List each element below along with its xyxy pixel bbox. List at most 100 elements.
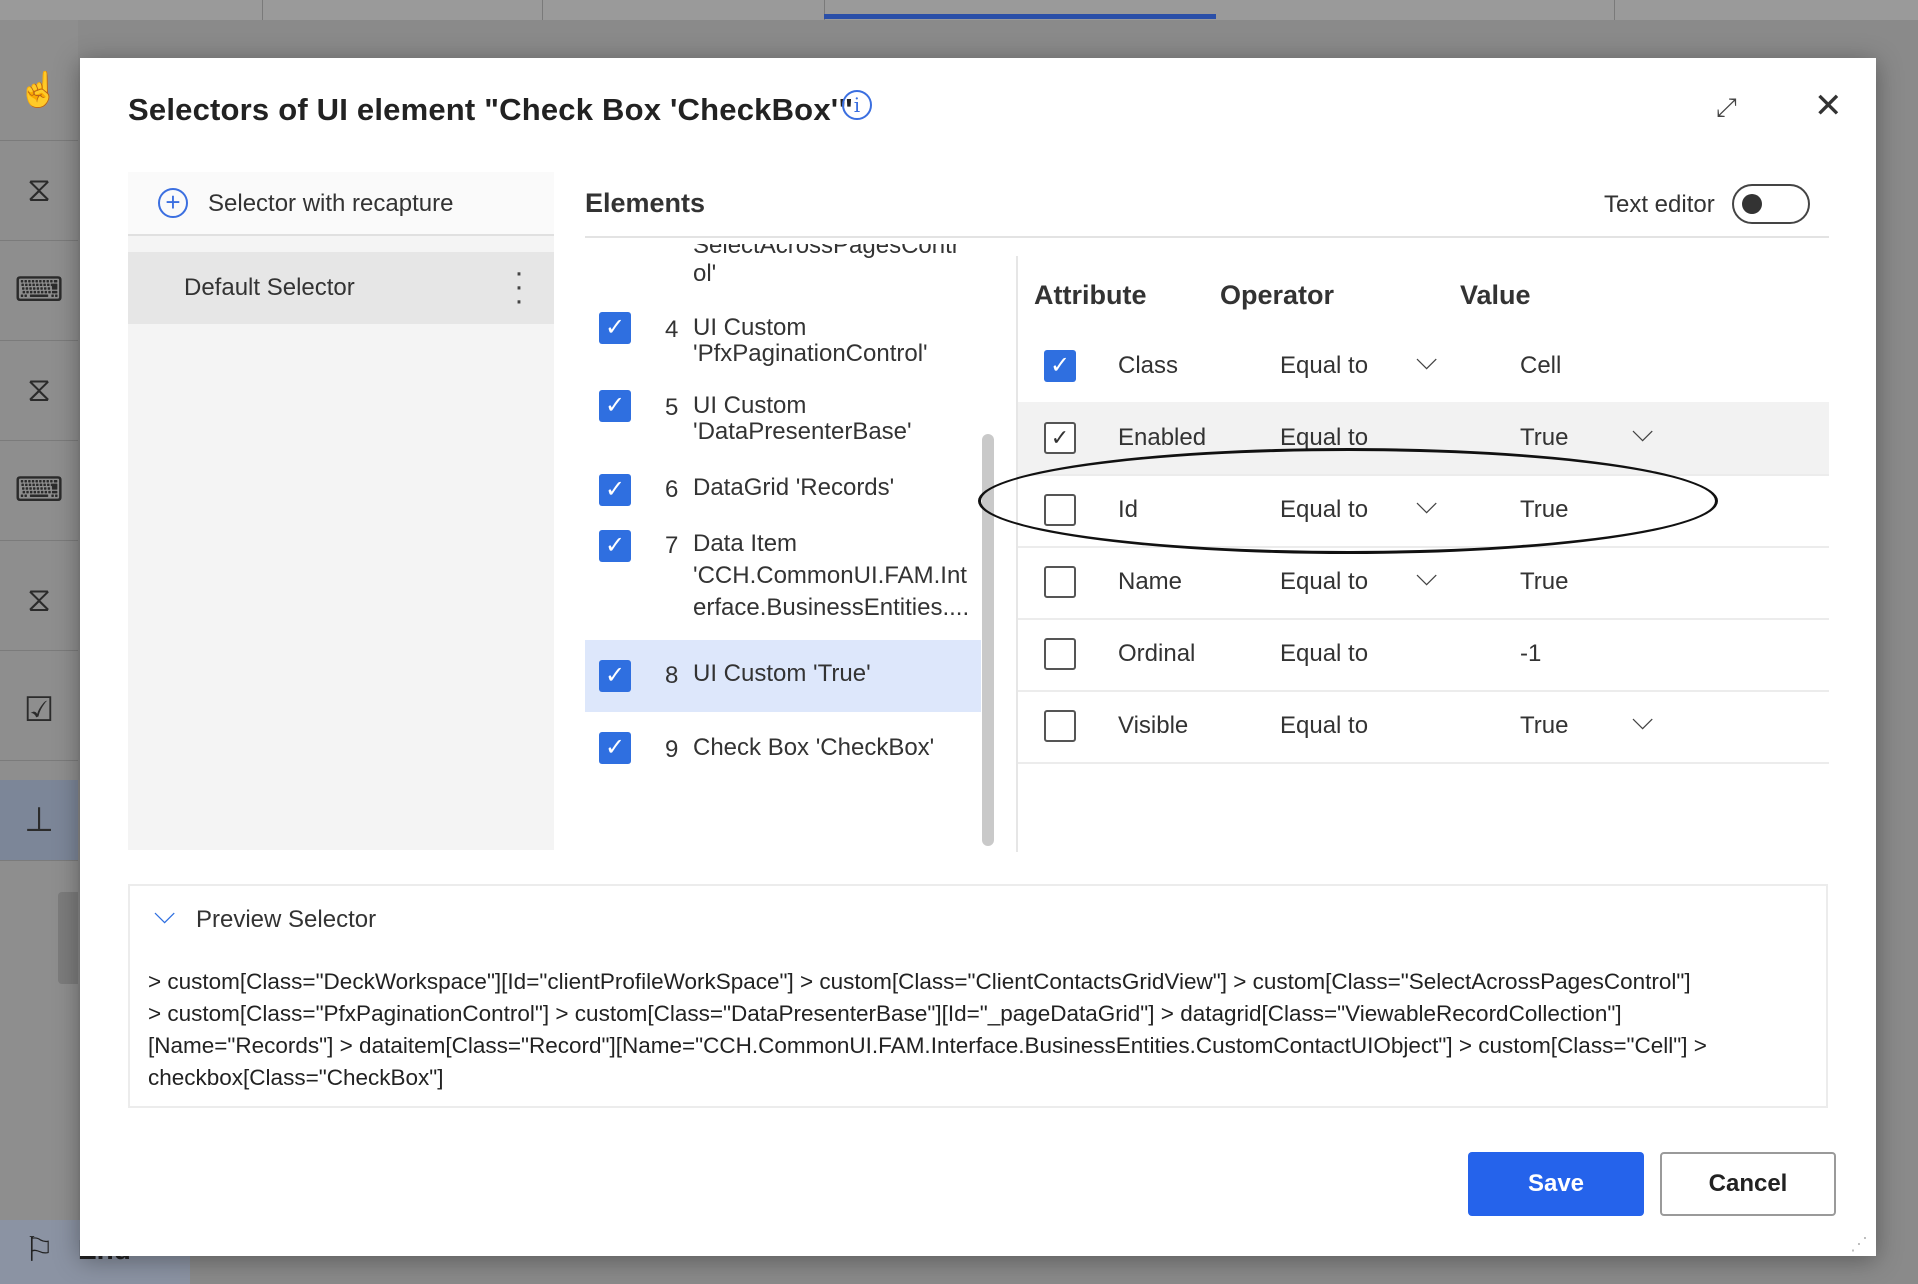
chevron-down-icon[interactable]: ⌵	[1632, 704, 1653, 737]
annotation-ellipse	[978, 448, 1718, 554]
hourglass-icon: ⧖	[0, 140, 78, 241]
attribute-checkbox[interactable]	[1044, 710, 1076, 742]
dialog-title: Selectors of UI element "Check Box 'Chec…	[128, 92, 854, 127]
element-number: 4	[665, 316, 679, 343]
background-tab	[0, 0, 263, 20]
attribute-row-visible: Visible Equal to True ⌵	[1018, 690, 1829, 764]
background-tab	[1216, 0, 1615, 20]
value-column-header: Value	[1460, 280, 1531, 310]
operator-value[interactable]: Equal to	[1280, 352, 1368, 380]
preview-selector-label[interactable]: Preview Selector	[196, 906, 376, 934]
element-item[interactable]: ✓ 4 UI Custom 'PfxPaginationControl'	[585, 300, 981, 378]
element-checkbox[interactable]: ✓	[599, 660, 631, 692]
flow-connector-icon: ⊥	[0, 780, 78, 861]
checkbox-icon: ☑	[0, 660, 78, 761]
background-tab	[262, 0, 543, 20]
operator-value[interactable]: Equal to	[1280, 712, 1368, 740]
keyboard-icon: ⌨	[0, 240, 78, 341]
attribute-value[interactable]: -1	[1520, 640, 1541, 668]
attribute-checkbox[interactable]: ✓	[1044, 350, 1076, 382]
element-number: 6	[665, 476, 679, 503]
add-circle-icon: +	[158, 188, 188, 218]
elements-title: Elements	[585, 188, 706, 218]
element-number: 5	[665, 394, 679, 421]
operator-value[interactable]: Equal to	[1280, 568, 1368, 596]
attribute-value[interactable]: True	[1520, 424, 1568, 452]
text-editor-toggle[interactable]	[1732, 184, 1810, 224]
element-text-line: UI Custom 'True'	[693, 660, 871, 687]
cancel-button[interactable]: Cancel	[1660, 1152, 1836, 1216]
more-vertical-icon[interactable]: · · ·	[514, 258, 524, 316]
toggle-knob	[1742, 194, 1762, 214]
attribute-name: Class	[1118, 352, 1179, 379]
element-checkbox[interactable]: ✓	[599, 390, 631, 422]
chevron-down-icon[interactable]: ⌵	[1632, 416, 1653, 449]
attribute-row-name: Name Equal to ⌵ True	[1018, 546, 1829, 620]
selector-with-recapture-button[interactable]: + Selector with recapture	[128, 172, 554, 236]
close-icon[interactable]: ✕	[1814, 86, 1843, 126]
element-number: 8	[665, 662, 679, 689]
chevron-down-icon[interactable]: ⌵	[154, 898, 175, 931]
background-action-sidebar: ☝ ⧖ ⌨ ⧖ ⌨ ⧖ ☑ ⊥	[0, 20, 78, 1284]
element-item[interactable]: ✓ 5 UI Custom 'DataPresenterBase'	[585, 378, 981, 460]
text-editor-label: Text editor	[1604, 191, 1715, 218]
pointer-touch-icon: ☝	[0, 40, 78, 141]
element-number: 9	[665, 736, 679, 763]
attribute-checkbox[interactable]	[1044, 638, 1076, 670]
element-checkbox[interactable]: ✓	[599, 732, 631, 764]
element-text-line: Data Item	[693, 530, 798, 557]
preview-line: > custom[Class="DeckWorkspace"][Id="clie…	[148, 969, 1691, 994]
element-checkbox[interactable]: ✓	[599, 530, 631, 562]
hourglass-icon: ⧖	[0, 340, 78, 441]
element-partial-text: ol'	[693, 260, 717, 287]
background-card	[58, 892, 78, 984]
attribute-checkbox[interactable]: ✓	[1044, 422, 1076, 454]
chevron-down-icon[interactable]: ⌵	[1416, 344, 1437, 377]
element-checkbox[interactable]: ✓	[599, 474, 631, 506]
preview-line: [Name="Records"] > dataitem[Class="Recor…	[148, 1033, 1707, 1058]
default-selector-item[interactable]: Default Selector · · ·	[128, 252, 554, 324]
preview-line: checkbox[Class="CheckBox"]	[148, 1065, 444, 1090]
element-item[interactable]: ✓ 6 DataGrid 'Records'	[585, 460, 981, 516]
background-tab-strip	[0, 0, 1918, 20]
element-text-line: erface.BusinessEntities....	[693, 594, 970, 621]
recapture-label: Selector with recapture	[208, 190, 454, 217]
element-text-line: 'CCH.CommonUI.FAM.Int	[693, 562, 967, 589]
operator-value[interactable]: Equal to	[1280, 640, 1368, 668]
attribute-value[interactable]: True	[1520, 712, 1568, 740]
chevron-down-icon[interactable]: ⌵	[1416, 560, 1437, 593]
background-tab	[542, 0, 825, 20]
attribute-name: Visible	[1118, 712, 1189, 739]
attribute-name: Ordinal	[1118, 640, 1196, 667]
element-checkbox[interactable]: ✓	[599, 312, 631, 344]
preview-line: > custom[Class="PfxPaginationControl"] >…	[148, 1001, 1622, 1026]
element-text-line: 'PfxPaginationControl'	[693, 340, 928, 367]
attribute-row-ordinal: Ordinal Equal to -1	[1018, 618, 1829, 692]
default-selector-label: Default Selector	[184, 274, 355, 301]
attribute-column-header: Attribute	[1034, 280, 1147, 310]
attribute-row-class: ✓ Class Equal to ⌵ Cell	[1018, 330, 1829, 404]
attribute-name: Enabled	[1118, 424, 1207, 451]
attribute-value[interactable]: True	[1520, 568, 1568, 596]
flag-icon: ⚐	[24, 1231, 55, 1269]
element-text-line: Check Box 'CheckBox'	[693, 734, 935, 761]
preview-selector-panel: ⌵ Preview Selector > custom[Class="DeckW…	[128, 884, 1828, 1108]
hourglass-icon: ⧖	[0, 550, 78, 651]
element-item[interactable]: ✓ 9 Check Box 'CheckBox'	[585, 714, 981, 786]
background-active-tab-indicator	[824, 14, 1216, 19]
element-item[interactable]: ✓ 7 Data Item 'CCH.CommonUI.FAM.Int erfa…	[585, 516, 981, 628]
save-button[interactable]: Save	[1468, 1152, 1644, 1216]
selectors-panel: + Selector with recapture Default Select…	[128, 172, 554, 850]
element-item-selected[interactable]: ✓ 8 UI Custom 'True'	[585, 640, 981, 712]
selectors-dialog: Selectors of UI element "Check Box 'Chec…	[80, 58, 1876, 1256]
resize-grip-icon[interactable]: ⋰	[1850, 1234, 1868, 1255]
operator-column-header: Operator	[1220, 280, 1335, 310]
info-icon[interactable]: i	[842, 90, 872, 120]
attribute-name: Name	[1118, 568, 1183, 595]
element-number: 7	[665, 532, 679, 559]
attribute-checkbox[interactable]	[1044, 566, 1076, 598]
expand-icon[interactable]: ⤢	[1716, 92, 1737, 124]
attribute-value[interactable]: Cell	[1520, 352, 1561, 380]
element-text-line: 'DataPresenterBase'	[693, 418, 912, 445]
elements-list: SelectAcrossPagesContr ol' ✓ 4 UI Custom…	[585, 244, 981, 850]
